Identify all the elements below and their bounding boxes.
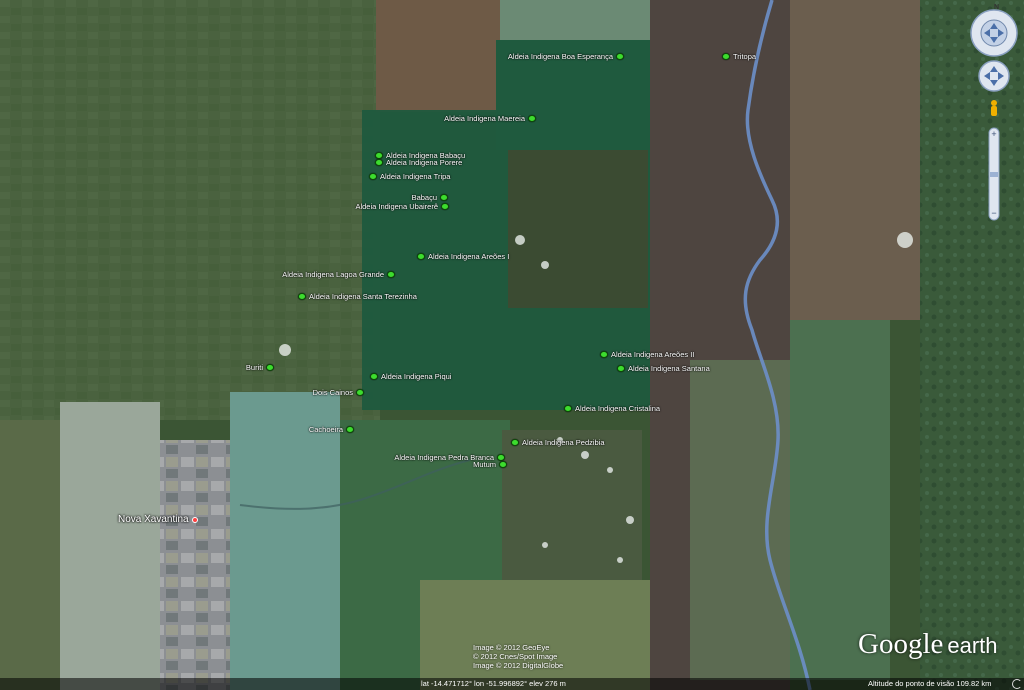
placemark-label: Dois Cainos (312, 388, 353, 397)
credit-line: Image © 2012 GeoEye (473, 643, 550, 652)
placemark-pin-icon[interactable] (370, 373, 378, 380)
placemark[interactable]: Aldeia Indigena Ubairerê (355, 202, 449, 211)
placemark-pin-icon[interactable] (346, 426, 354, 433)
placemark-label: Babaçu (411, 193, 437, 202)
google-earth-logo: Google earth (858, 628, 998, 661)
coordinate-readout: lat -14.471712° lon -51.996892° elev 276… (421, 679, 566, 688)
placemark-label: Aldeia Indigena Lagoa Grande (282, 270, 384, 279)
city-marker-icon (191, 516, 198, 523)
placemark[interactable]: Babaçu (412, 193, 448, 202)
zoom-in-icon[interactable]: + (991, 129, 996, 139)
street-view-pegman-icon[interactable] (991, 100, 997, 116)
placemark-pin-icon[interactable] (616, 53, 624, 60)
placemark-label: Aldeia Indigena Cristalina (575, 404, 661, 413)
placemark-label: Aldeia Indigena Piqui (381, 372, 452, 381)
placemark-pin-icon[interactable] (375, 159, 383, 166)
placemark-label: Aldeia Indigena Areões I (428, 252, 510, 261)
placemark[interactable]: Dois Cainos (313, 388, 364, 397)
placemark-label: Aldeia Indigena Ubairerê (355, 202, 438, 211)
placemark-label: Aldeia Indigena Santana (628, 364, 710, 373)
placemark[interactable]: Aldeia Indigena Santa Terezinha (298, 292, 417, 301)
placemark-pin-icon[interactable] (722, 53, 730, 60)
placemark[interactable]: Aldeia Indigena Santana (617, 364, 710, 373)
placemark[interactable]: Aldeia Indigena Maereia (444, 114, 536, 123)
placemark[interactable]: Aldeia Indigena Areões I (417, 252, 509, 261)
placemark[interactable]: Aldeia Indigena Porere (375, 158, 462, 167)
placemark[interactable]: Aldeia Indigena Boa Esperança (508, 52, 624, 61)
zoom-out-icon[interactable]: − (991, 208, 996, 218)
placemark-label: Aldeia Indigena Maereia (444, 114, 525, 123)
placemark-pin-icon[interactable] (499, 461, 507, 468)
move-joystick-icon[interactable] (978, 60, 1010, 92)
placemark[interactable]: Mutum (473, 460, 507, 469)
placemark-pin-icon[interactable] (528, 115, 536, 122)
placemark-label: Buriti (245, 363, 263, 372)
placemark[interactable]: Aldeia Indigena Areões II (600, 350, 694, 359)
eye-altitude-readout: Altitude do ponto de visão 109.82 km (868, 679, 992, 688)
city-label: Nova Xavantina (118, 514, 189, 525)
placemark-label: Aldeia Indigena Porere (386, 158, 463, 167)
placemark-pin-icon[interactable] (440, 194, 448, 201)
placemark-pin-icon[interactable] (298, 293, 306, 300)
placemark[interactable]: Aldeia Indigena Tripa (369, 172, 450, 181)
placemark[interactable]: Aldeia Indigena Piqui (370, 372, 451, 381)
navigation-controls[interactable]: + − (970, 0, 1024, 230)
streaming-progress-icon (1012, 679, 1022, 689)
imagery-credits: Image © 2012 GeoEye © 2012 Cnes/Spot Ima… (473, 643, 563, 670)
placemark-label: Tritopa (733, 52, 757, 61)
placemark-pin-icon[interactable] (369, 173, 377, 180)
placemark-label: Aldeia Indigena Boa Esperança (507, 52, 613, 61)
placemark-pin-icon[interactable] (617, 365, 625, 372)
placemark[interactable]: Aldeia Indigena Pedzibia (511, 438, 605, 447)
placemark[interactable]: Tritopa (722, 52, 756, 61)
placemark-label: Aldeia Indigena Areões II (611, 350, 695, 359)
placemark-label: Aldeia Indigena Tripa (380, 172, 451, 181)
placemark-pin-icon[interactable] (387, 271, 395, 278)
placemark-pin-icon[interactable] (356, 389, 364, 396)
placemark[interactable]: Buriti (246, 363, 274, 372)
logo-product: earth (947, 633, 998, 658)
credit-line: © 2012 Cnes/Spot Image (473, 652, 558, 661)
placemark-label: Aldeia Indigena Santa Terezinha (309, 292, 417, 301)
placemark-label: Mutum (473, 460, 496, 469)
logo-brand: Google (858, 628, 944, 660)
placemark-pin-icon[interactable] (417, 253, 425, 260)
credit-line: Image © 2012 DigitalGlobe (473, 661, 564, 670)
placemark-pin-icon[interactable] (564, 405, 572, 412)
placemark-pin-icon[interactable] (511, 439, 519, 446)
status-bar: lat -14.471712° lon -51.996892° elev 276… (0, 678, 1024, 690)
zoom-slider-thumb[interactable] (990, 172, 998, 177)
placemark[interactable]: Cachoeira (309, 425, 354, 434)
satellite-map[interactable] (0, 0, 1024, 690)
placemark-pin-icon[interactable] (266, 364, 274, 371)
placemark-label: Cachoeira (308, 425, 343, 434)
placemark[interactable]: Aldeia Indigena Cristalina (564, 404, 660, 413)
placemark-pin-icon[interactable] (600, 351, 608, 358)
placemark-label: Aldeia Indigena Pedzibia (522, 438, 605, 447)
placemark[interactable]: Aldeia Indigena Lagoa Grande (282, 270, 395, 279)
placemark-pin-icon[interactable] (441, 203, 449, 210)
north-indicator: N (994, 4, 1000, 11)
city-nova-xavantina[interactable]: Nova Xavantina (118, 514, 198, 525)
